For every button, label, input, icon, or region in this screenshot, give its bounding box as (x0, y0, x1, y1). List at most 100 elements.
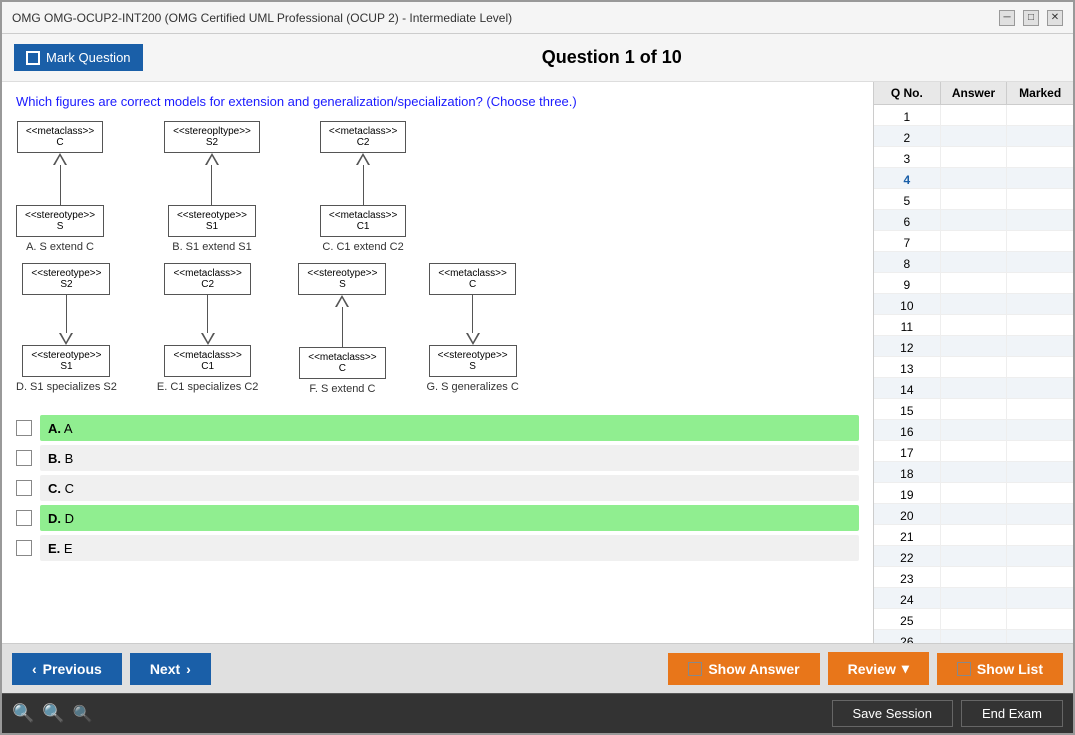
diagram-e-label: E. C1 specializes C2 (157, 381, 259, 393)
question-text: Which figures are correct models for ext… (16, 94, 859, 109)
answer-d-label: D. D (48, 511, 74, 526)
answer-e-bar[interactable]: E. E (40, 535, 859, 561)
diagram-f-top: <<stereotype>>S (298, 263, 386, 295)
answer-e-checkbox[interactable] (16, 540, 32, 556)
window-controls: ─ □ ✕ (999, 10, 1063, 26)
sidebar-row[interactable]: 25 (874, 609, 1073, 630)
mark-question-button[interactable]: Mark Question (14, 44, 143, 71)
answer-d-checkbox[interactable] (16, 510, 32, 526)
close-button[interactable]: ✕ (1047, 10, 1063, 26)
answer-a-checkbox[interactable] (16, 420, 32, 436)
sidebar-row[interactable]: 4 (874, 168, 1073, 189)
sidebar-col-qno: Q No. (874, 82, 941, 104)
main-window: OMG OMG-OCUP2-INT200 (OMG Certified UML … (0, 0, 1075, 735)
answer-c-label: C. C (48, 481, 74, 496)
maximize-button[interactable]: □ (1023, 10, 1039, 26)
diagram-a: <<metaclass>>C <<stereotype>>S A. S exte… (16, 121, 104, 253)
zoom-in-button[interactable]: 🔍 (12, 703, 34, 724)
window-title: OMG OMG-OCUP2-INT200 (OMG Certified UML … (12, 11, 512, 25)
answer-c-checkbox[interactable] (16, 480, 32, 496)
diagram-d-arrow (59, 295, 73, 345)
answer-b-checkbox[interactable] (16, 450, 32, 466)
question-title: Question 1 of 10 (163, 47, 1061, 68)
diagram-c-arrow (356, 153, 370, 205)
sidebar-row[interactable]: 3 (874, 147, 1073, 168)
sidebar-row[interactable]: 22 (874, 546, 1073, 567)
sidebar-row[interactable]: 14 (874, 378, 1073, 399)
sidebar-row[interactable]: 9 (874, 273, 1073, 294)
sidebar-row[interactable]: 6 (874, 210, 1073, 231)
sidebar-row[interactable]: 16 (874, 420, 1073, 441)
end-exam-button[interactable]: End Exam (961, 700, 1063, 727)
answer-row-d[interactable]: D. D (16, 505, 859, 531)
show-list-button[interactable]: Show List (937, 653, 1063, 685)
sidebar-col-answer: Answer (941, 82, 1008, 104)
sidebar-row[interactable]: 7 (874, 231, 1073, 252)
sidebar-cell-qno: 3 (874, 147, 941, 167)
sidebar-row[interactable]: 1 (874, 105, 1073, 126)
sidebar-row[interactable]: 8 (874, 252, 1073, 273)
answer-c-bar[interactable]: C. C (40, 475, 859, 501)
sidebar-row[interactable]: 26 (874, 630, 1073, 643)
sidebar-cell-answer (941, 546, 1008, 566)
diagram-f: <<stereotype>>S <<metaclass>>C F. S exte… (298, 263, 386, 395)
sidebar-cell-answer (941, 378, 1008, 398)
sidebar-row[interactable]: 19 (874, 483, 1073, 504)
answer-a-bar[interactable]: A. A (40, 415, 859, 441)
sidebar-row[interactable]: 17 (874, 441, 1073, 462)
sidebar-row[interactable]: 10 (874, 294, 1073, 315)
sidebar-cell-answer (941, 483, 1008, 503)
sidebar-cell-qno: 18 (874, 462, 941, 482)
sidebar-cell-answer (941, 168, 1008, 188)
sidebar-cell-answer (941, 609, 1008, 629)
content-area: Which figures are correct models for ext… (2, 82, 1073, 643)
zoom-normal-button[interactable]: 🔍 (42, 703, 64, 724)
minimize-button[interactable]: ─ (999, 10, 1015, 26)
sidebar-cell-qno: 9 (874, 273, 941, 293)
answer-row-b[interactable]: B. B (16, 445, 859, 471)
sidebar-row[interactable]: 20 (874, 504, 1073, 525)
sidebar-cell-marked (1007, 588, 1073, 608)
previous-button[interactable]: ‹ Previous (12, 653, 122, 685)
answer-b-bar[interactable]: B. B (40, 445, 859, 471)
sidebar-cell-qno: 21 (874, 525, 941, 545)
answer-d-bar[interactable]: D. D (40, 505, 859, 531)
end-exam-label: End Exam (982, 706, 1042, 721)
diagram-f-arrow (335, 295, 349, 347)
sidebar-cell-answer (941, 462, 1008, 482)
diagram-b-bottom: <<stereotype>>S1 (168, 205, 256, 237)
mark-question-label: Mark Question (46, 50, 131, 65)
sidebar-row[interactable]: 23 (874, 567, 1073, 588)
sidebar-row[interactable]: 15 (874, 399, 1073, 420)
sidebar-cell-answer (941, 588, 1008, 608)
sidebar-col-marked: Marked (1007, 82, 1073, 104)
sidebar-row[interactable]: 18 (874, 462, 1073, 483)
sidebar-cell-qno: 4 (874, 168, 941, 188)
review-button[interactable]: Review ▾ (828, 652, 929, 685)
save-session-button[interactable]: Save Session (832, 700, 954, 727)
sidebar-cell-marked (1007, 441, 1073, 461)
sidebar-row[interactable]: 21 (874, 525, 1073, 546)
zoom-out-button[interactable]: 🔍 (73, 703, 93, 724)
answer-row-a[interactable]: A. A (16, 415, 859, 441)
sidebar-row[interactable]: 5 (874, 189, 1073, 210)
sidebar-row[interactable]: 11 (874, 315, 1073, 336)
show-answer-button[interactable]: Show Answer (668, 653, 819, 685)
sidebar-row[interactable]: 2 (874, 126, 1073, 147)
diagram-e-top: <<metaclass>>C2 (164, 263, 250, 295)
toolbar: Mark Question Question 1 of 10 (2, 34, 1073, 82)
sidebar-row[interactable]: 12 (874, 336, 1073, 357)
answer-row-e[interactable]: E. E (16, 535, 859, 561)
sidebar-cell-marked (1007, 630, 1073, 643)
sidebar-row[interactable]: 13 (874, 357, 1073, 378)
sidebar-row[interactable]: 24 (874, 588, 1073, 609)
diagram-c: <<metaclass>>C2 <<metaclass>>C1 C. C1 ex… (320, 121, 406, 253)
answer-row-c[interactable]: C. C (16, 475, 859, 501)
next-button[interactable]: Next › (130, 653, 211, 685)
diagram-f-bottom: <<metaclass>>C (299, 347, 385, 379)
sidebar-cell-answer (941, 210, 1008, 230)
show-list-icon (957, 662, 971, 676)
sidebar-cell-marked (1007, 168, 1073, 188)
sidebar-cell-marked (1007, 105, 1073, 125)
sidebar-header: Q No. Answer Marked (874, 82, 1073, 105)
